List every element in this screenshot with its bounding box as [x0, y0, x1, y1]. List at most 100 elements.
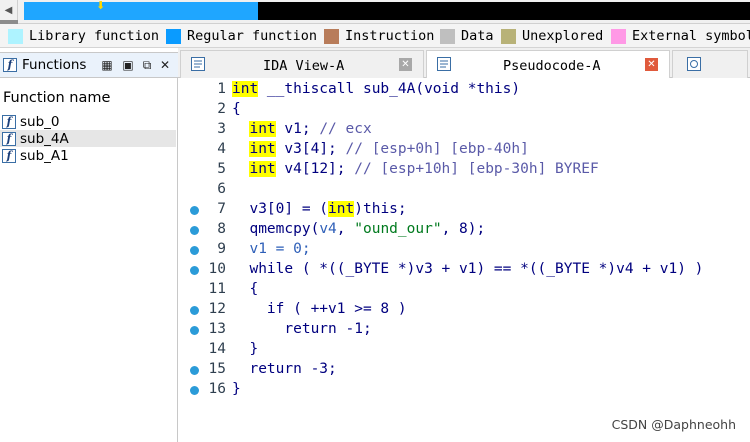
code-line[interactable]: 3 int v1; // ecx	[180, 120, 750, 140]
legend-label: Regular function	[187, 28, 318, 44]
code-line[interactable]: 7 v3[0] = (int)this;	[180, 200, 750, 220]
code-text: int __thiscall sub_4A(void *this)	[232, 81, 520, 97]
function-icon: f	[2, 148, 16, 163]
code-line[interactable]: 6	[180, 180, 750, 200]
code-text: return -3;	[232, 361, 337, 377]
function-item-sub-4a[interactable]: f sub_4A	[0, 130, 176, 147]
line-number: 8	[217, 221, 226, 237]
code-line[interactable]: 4 int v3[4]; // [esp+0h] [ebp-40h]	[180, 140, 750, 160]
keyword: int	[232, 81, 259, 97]
comment: // [esp+0h] [ebp-40h]	[345, 141, 529, 157]
variable: v4	[319, 221, 337, 237]
legend-data: Data	[440, 26, 494, 46]
function-icon: f	[3, 58, 17, 72]
keyword: int	[328, 201, 355, 217]
tab-label: IDA View-A	[263, 58, 345, 74]
function-item-sub-a1[interactable]: f sub_A1	[0, 147, 176, 164]
close-tab-icon[interactable]: ✕	[399, 58, 412, 71]
pseudocode-view[interactable]: 1 int __thiscall sub_4A(void *this) 2 { …	[180, 78, 750, 442]
code-fragment: {	[249, 281, 259, 297]
legend-label: Library function	[29, 28, 160, 44]
legend-swatch	[611, 28, 626, 44]
code-text: {	[232, 281, 258, 297]
legend-swatch	[324, 28, 339, 44]
line-number: 3	[217, 121, 226, 137]
line-number: 13	[208, 321, 226, 337]
line-number: 1	[217, 81, 226, 97]
functions-panel-header: f Functions ▦ ▣ ⧉ ✕	[0, 52, 178, 78]
code-text: while ( *((_BYTE *)v3 + v1) == *((_BYTE …	[232, 261, 703, 277]
scroll-left-icon[interactable]: ◀	[0, 0, 18, 22]
code-line[interactable]: 9 v1 = 0;	[180, 240, 750, 260]
code-line[interactable]: 2 {	[180, 100, 750, 120]
code-fragment: __thiscall sub_4A(void *this)	[258, 81, 521, 97]
functions-panel-title: Functions	[22, 57, 87, 73]
close-icon[interactable]: ✕	[158, 58, 172, 72]
current-position-arrow-icon: ⬇	[96, 0, 106, 12]
close-tab-icon[interactable]: ✕	[645, 58, 658, 71]
comment: // ecx	[319, 121, 372, 137]
legend-instruction: Instruction	[324, 26, 434, 46]
grid-view-icon[interactable]: ▦	[100, 58, 114, 72]
float-window-icon[interactable]: ▣	[121, 58, 135, 72]
code-line[interactable]: 11 {	[180, 280, 750, 300]
navigation-unexplored-segment[interactable]	[258, 2, 750, 20]
tab-label: Pseudocode-A	[503, 58, 601, 74]
code-fragment: v3[4];	[275, 141, 346, 157]
code-fragment: while ( *((_BYTE *)v3 + v1) == *((_BYTE …	[249, 261, 704, 277]
code-text: int v4[12]; // [esp+10h] [ebp-30h] BYREF	[232, 161, 599, 177]
line-number: 15	[208, 361, 226, 377]
tab-pseudocode-a[interactable]: Pseudocode-A ✕	[426, 50, 670, 79]
navigation-band[interactable]: ◀ ⬇	[0, 0, 750, 24]
function-icon: f	[2, 114, 16, 129]
legend-label: Data	[461, 28, 494, 44]
keyword: int	[249, 141, 276, 157]
legend-label: Instruction	[345, 28, 435, 44]
legend-library-function: Library function	[8, 26, 159, 46]
function-name-column-header[interactable]: Function name	[3, 90, 110, 106]
code-line[interactable]: 16 }	[180, 380, 750, 400]
code-line[interactable]: 8 qmemcpy(v4, "ound_our", 8);	[180, 220, 750, 240]
line-number: 14	[208, 341, 226, 357]
legend-regular-function: Regular function	[166, 26, 317, 46]
code-line[interactable]: 14 }	[180, 340, 750, 360]
line-number: 5	[217, 161, 226, 177]
code-text: int v3[4]; // [esp+0h] [ebp-40h]	[232, 141, 529, 157]
code-line[interactable]: 12 if ( ++v1 >= 8 )	[180, 300, 750, 320]
keyword: int	[249, 121, 276, 137]
hex-view-icon	[687, 57, 701, 71]
code-line[interactable]: 10 while ( *((_BYTE *)v3 + v1) == *((_BY…	[180, 260, 750, 280]
code-text: {	[232, 101, 241, 117]
line-number: 11	[208, 281, 226, 297]
code-line[interactable]: 5 int v4[12]; // [esp+10h] [ebp-30h] BYR…	[180, 160, 750, 180]
function-item-label: sub_0	[20, 113, 60, 130]
code-fragment: qmemcpy(	[249, 221, 320, 237]
color-legend: Library function Regular function Instru…	[0, 24, 750, 48]
pseudocode-view-icon	[437, 57, 451, 71]
code-text: }	[232, 341, 258, 357]
tab-overflow[interactable]	[672, 50, 748, 78]
code-fragment: return -3;	[249, 361, 337, 377]
legend-swatch	[8, 28, 23, 44]
code-line[interactable]: 13 return -1;	[180, 320, 750, 340]
view-tab-bar: IDA View-A ✕ Pseudocode-A ✕	[178, 48, 750, 79]
code-line[interactable]: 15 return -3;	[180, 360, 750, 380]
code-fragment: return -1;	[284, 321, 372, 337]
tab-ida-view-a[interactable]: IDA View-A ✕	[180, 50, 424, 78]
function-item-label: sub_4A	[20, 130, 69, 147]
navigation-regular-function-segment[interactable]	[24, 2, 258, 20]
line-number: 7	[217, 201, 226, 217]
code-fragment: v3[0] = (	[249, 201, 329, 217]
legend-swatch	[166, 28, 181, 44]
functions-panel: f Functions ▦ ▣ ⧉ ✕ Function name f sub_…	[0, 52, 178, 442]
legend-label: External symbol	[632, 28, 750, 44]
code-line[interactable]: 1 int __thiscall sub_4A(void *this)	[180, 80, 750, 100]
line-number: 4	[217, 141, 226, 157]
watermark: CSDN @Daphneohh	[611, 417, 736, 432]
code-text: qmemcpy(v4, "ound_our", 8);	[232, 221, 485, 237]
code-fragment: v1 = 0;	[249, 241, 311, 257]
function-item-sub-0[interactable]: f sub_0	[0, 113, 176, 130]
restore-window-icon[interactable]: ⧉	[140, 58, 154, 72]
line-number: 16	[208, 381, 226, 397]
disassembly-view-icon	[191, 57, 205, 71]
